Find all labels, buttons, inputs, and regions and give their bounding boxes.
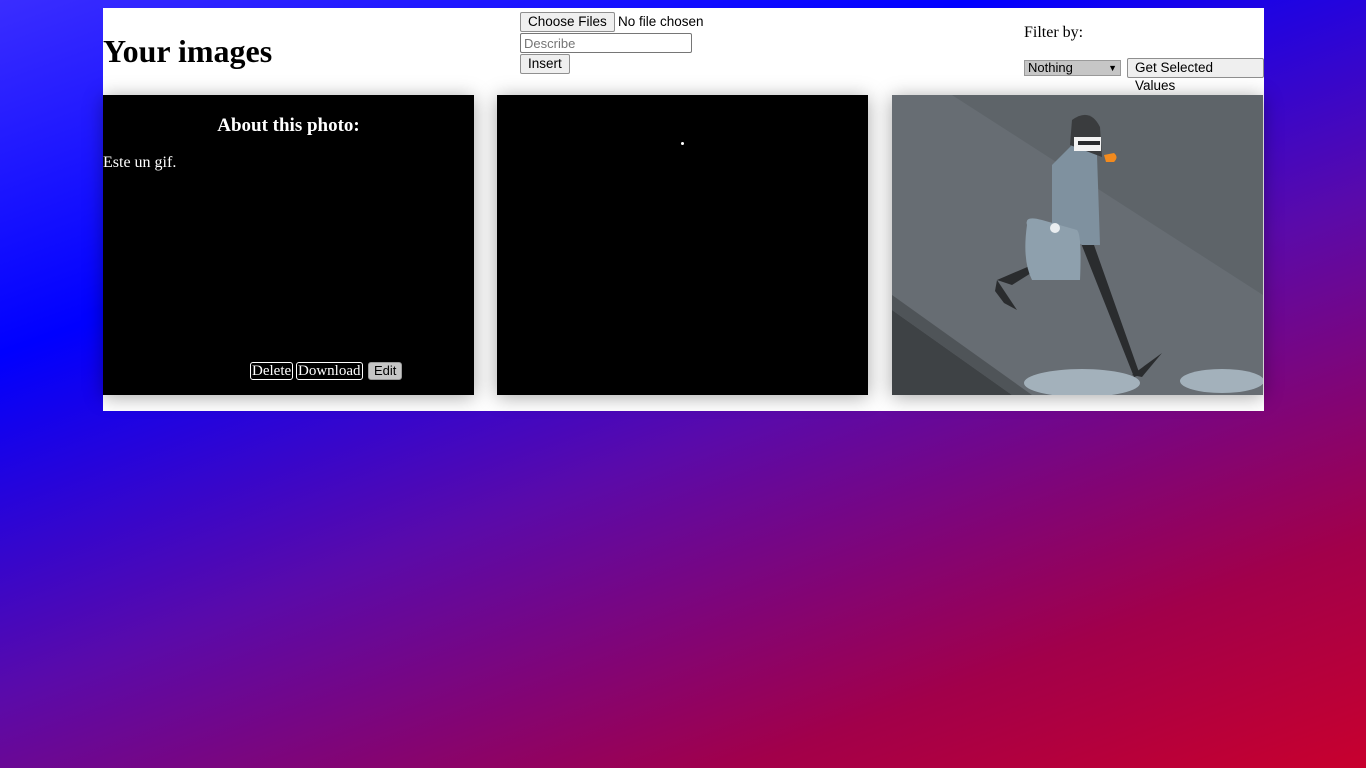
chevron-down-icon: ▼ (1108, 63, 1117, 73)
filter-label: Filter by: (1024, 24, 1084, 41)
about-photo-title: About this photo: (217, 115, 360, 136)
get-selected-values-button[interactable]: Get Selected Values (1127, 58, 1264, 93)
describe-input[interactable] (520, 33, 692, 53)
image-card[interactable] (892, 95, 1263, 395)
image-content (681, 142, 684, 145)
delete-button[interactable]: Delete (250, 362, 294, 380)
filter-select[interactable]: Nothing ▼ (1024, 60, 1121, 76)
image-card[interactable]: About this photo: Este un gif. Delete Do… (103, 95, 474, 395)
insert-button[interactable]: Insert (520, 54, 570, 74)
filter-select-value: Nothing (1028, 60, 1073, 75)
image-card[interactable] (497, 95, 868, 395)
gallery-panel: Your images Choose Files No file chosen … (103, 8, 1264, 411)
file-status: No file chosen (618, 14, 704, 29)
page-title: Your images (103, 33, 273, 69)
walking-man-image (892, 95, 1263, 395)
edit-button[interactable]: Edit (368, 362, 403, 380)
choose-files-button[interactable]: Choose Files (520, 12, 615, 32)
photo-description: Este un gif. (103, 154, 177, 171)
download-button[interactable]: Download (296, 362, 363, 380)
